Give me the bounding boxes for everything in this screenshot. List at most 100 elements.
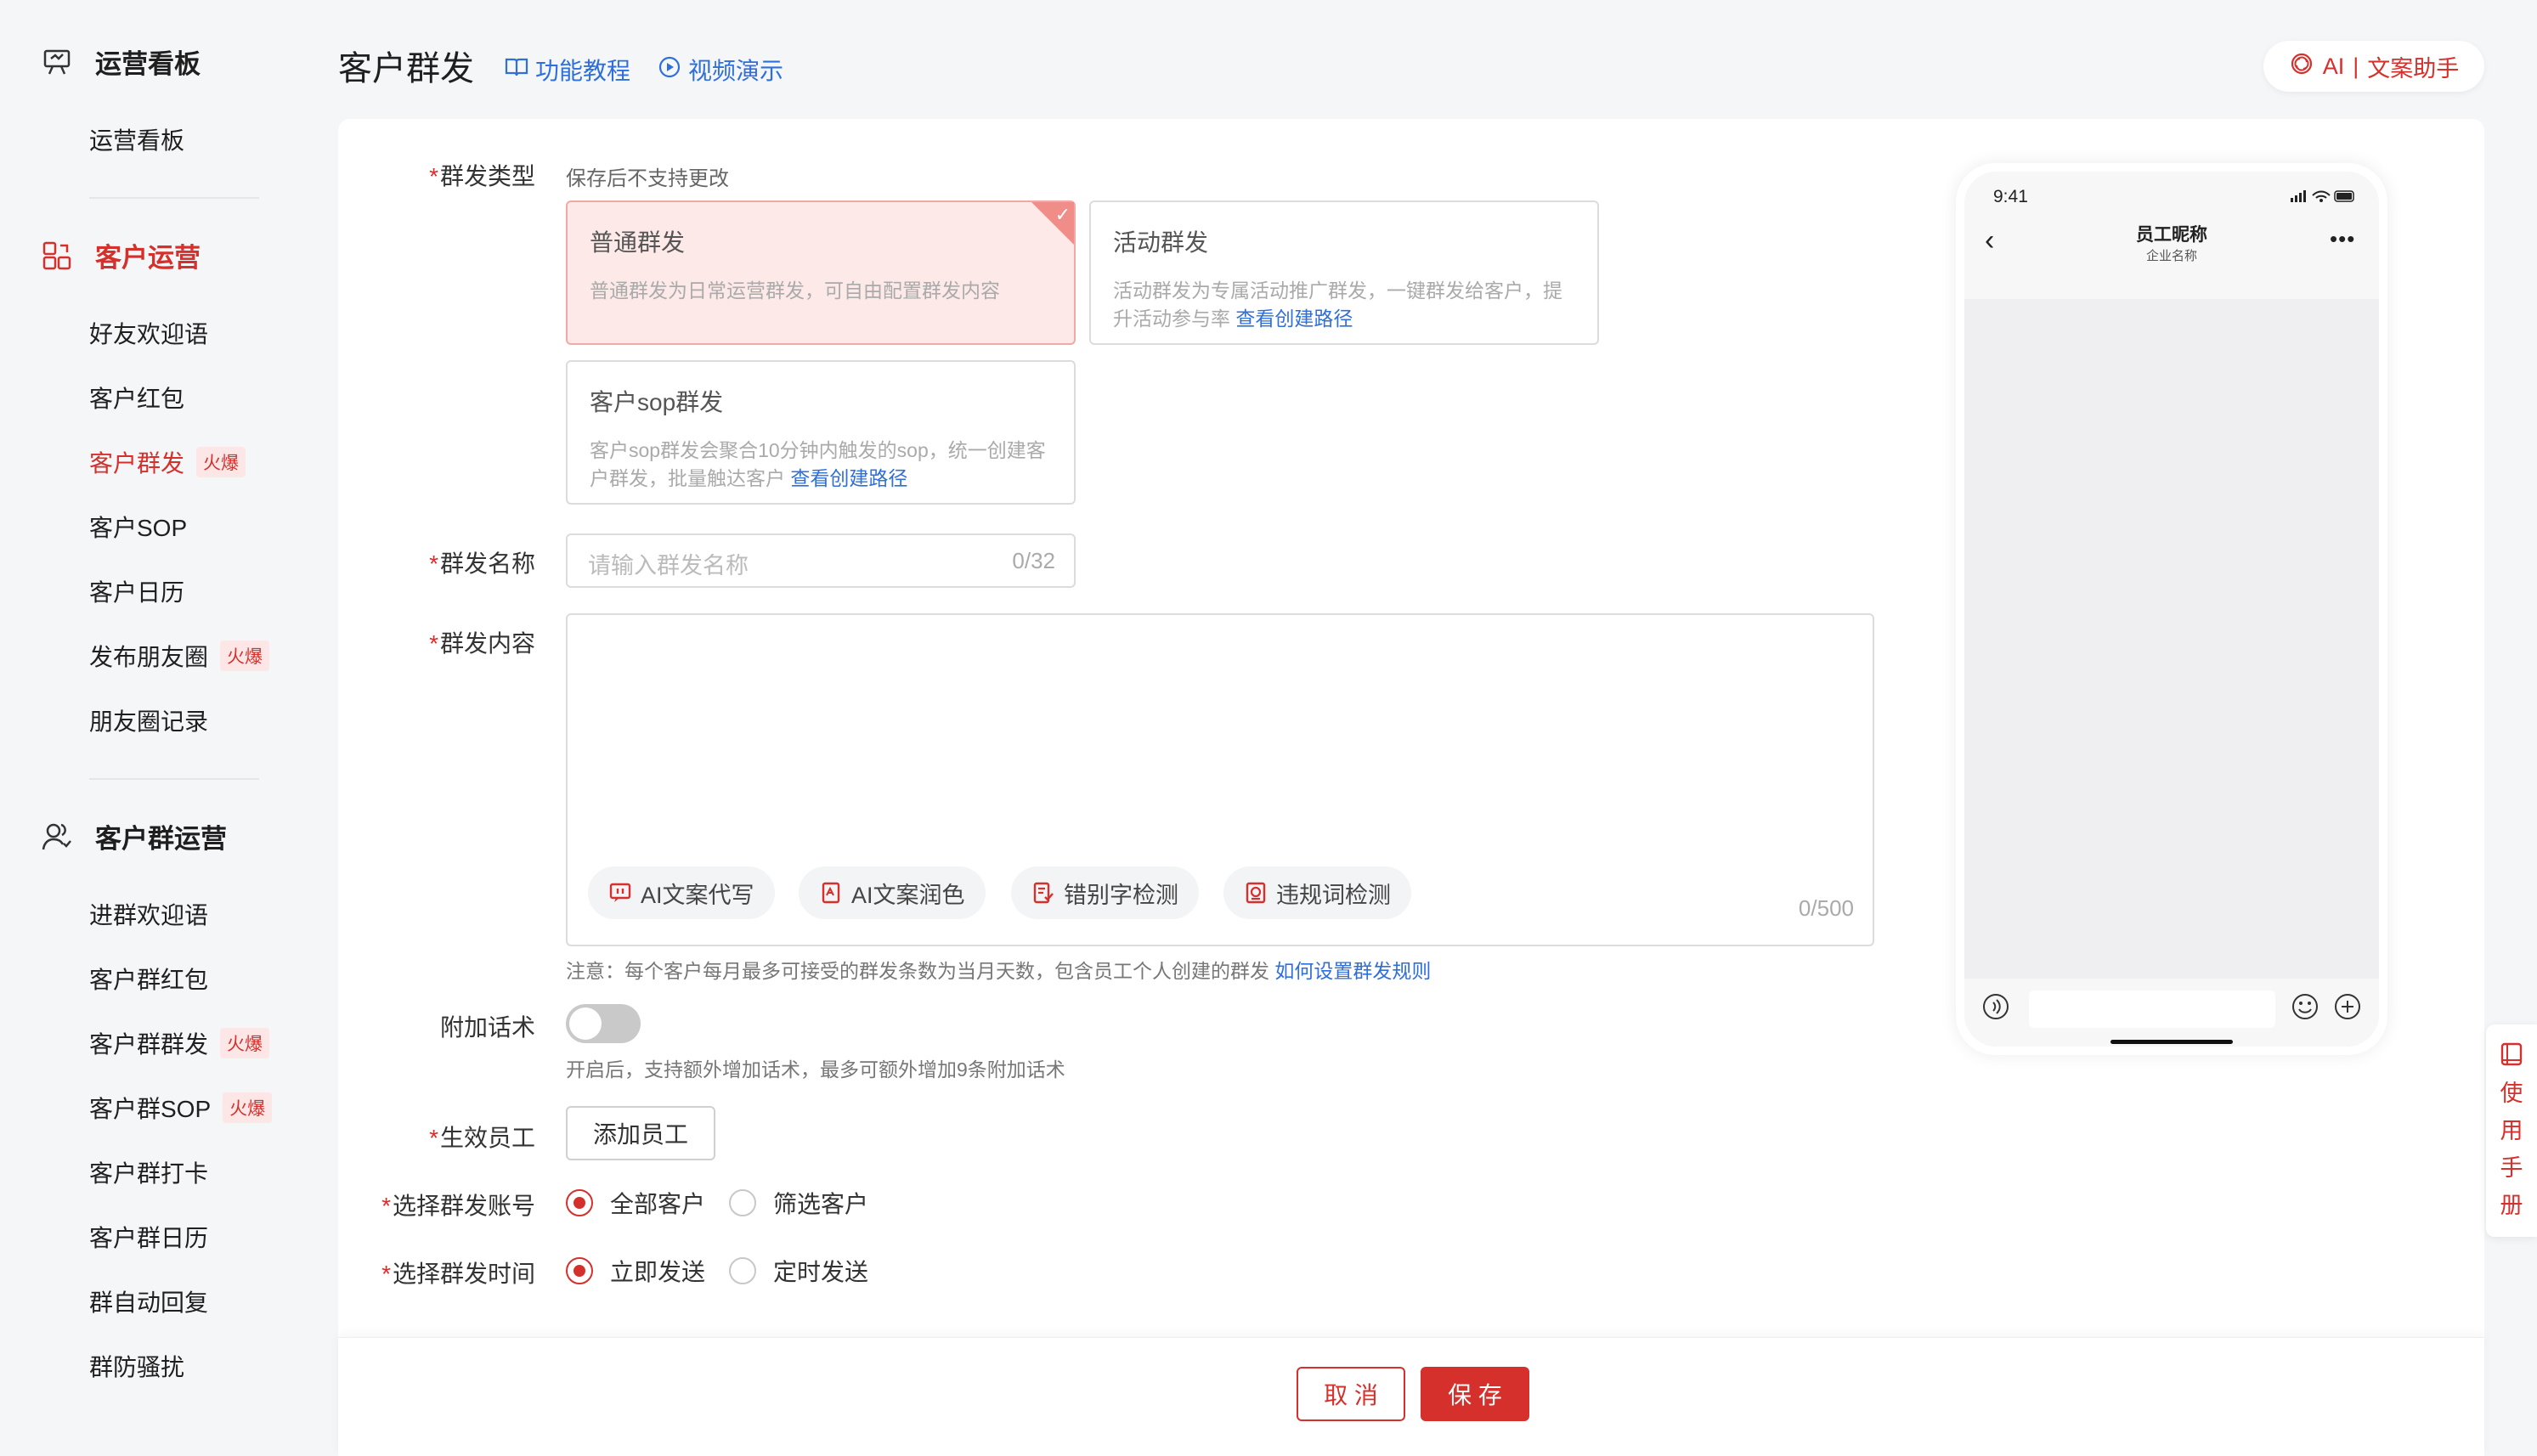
radio-dot bbox=[566, 1189, 593, 1216]
video-link[interactable]: 视频演示 bbox=[658, 53, 783, 87]
content-note: 注意：每个客户每月最多可接受的群发条数为当月天数，包含员工个人创建的群发 如何设… bbox=[566, 960, 1432, 982]
hot-badge: 火爆 bbox=[196, 447, 246, 477]
voice-icon[interactable] bbox=[1981, 992, 2010, 1025]
sidebar-item-group-mass-send[interactable]: 客户群群发 火爆 bbox=[89, 1026, 270, 1060]
typo-check-icon bbox=[1031, 881, 1055, 905]
content-counter: 0/500 bbox=[1798, 895, 1854, 921]
staff-label: *生效员工 bbox=[429, 1125, 535, 1151]
tool-label: AI文案润色 bbox=[851, 882, 965, 908]
manual-book-icon bbox=[2499, 1041, 2524, 1075]
sidebar-item-label: 客户群发 bbox=[89, 450, 185, 477]
sidebar-item-label: 朋友圈记录 bbox=[89, 708, 209, 735]
sidebar-item-label: 客户群红包 bbox=[89, 967, 209, 993]
type-option-activity[interactable]: 活动群发 活动群发为专属活动推广群发，一键群发给客户，提升活动参与率 查看创建路… bbox=[1089, 200, 1599, 345]
cancel-button[interactable]: 取 消 bbox=[1297, 1367, 1405, 1421]
sidebar-item-welcome[interactable]: 好友欢迎语 bbox=[89, 316, 208, 350]
phone-screen: 9:41 ‹ 员工昵称 企业名称 ••• bbox=[1964, 172, 2379, 1047]
signal-icon bbox=[2291, 189, 2359, 208]
account-filter-radio[interactable]: 筛选客户 bbox=[729, 1186, 868, 1220]
extra-hint: 开启后，支持额外增加话术，最多可额外增加9条附加话术 bbox=[566, 1058, 1065, 1081]
sidebar-item-moments-record[interactable]: 朋友圈记录 bbox=[89, 703, 208, 737]
account-all-radio[interactable]: 全部客户 bbox=[566, 1186, 705, 1220]
ai-swirl-icon bbox=[2289, 51, 2314, 82]
customer-ops-icon bbox=[41, 240, 73, 272]
typo-check-button[interactable]: 错别字检测 bbox=[1011, 866, 1199, 919]
time-scheduled-radio[interactable]: 定时发送 bbox=[729, 1254, 868, 1288]
sidebar-item-group-auto-reply[interactable]: 群自动回复 bbox=[89, 1284, 208, 1318]
extra-toggle[interactable] bbox=[566, 1004, 641, 1043]
sidebar-item-label: 客户SOP bbox=[89, 515, 188, 541]
sidebar-item-group-sop[interactable]: 客户群SOP 火爆 bbox=[89, 1091, 273, 1125]
type-option-normal[interactable]: ✓ 普通群发 普通群发为日常运营群发，可自由配置群发内容 bbox=[566, 200, 1076, 345]
type-option-desc: 活动群发为专属活动推广群发，一键群发给客户，提升活动参与率 查看创建路径 bbox=[1113, 279, 1562, 330]
sidebar-item-label: 客户群日历 bbox=[89, 1225, 209, 1251]
view-path-link[interactable]: 查看创建路径 bbox=[790, 467, 907, 489]
violation-check-button[interactable]: 违规词检测 bbox=[1223, 866, 1411, 919]
tutorial-link-label: 功能教程 bbox=[535, 58, 631, 84]
sidebar-section-customer-ops[interactable]: 客户运营 bbox=[41, 236, 201, 274]
home-indicator bbox=[2110, 1040, 2233, 1044]
phone-time: 9:41 bbox=[1993, 187, 2028, 206]
save-button[interactable]: 保 存 bbox=[1421, 1367, 1529, 1421]
sidebar-item-sop[interactable]: 客户SOP bbox=[89, 510, 187, 544]
emoji-icon[interactable] bbox=[2291, 992, 2319, 1025]
ai-write-button[interactable]: AI文案代写 bbox=[588, 866, 775, 919]
sidebar-item-group-welcome[interactable]: 进群欢迎语 bbox=[89, 897, 208, 931]
sidebar-item-calendar[interactable]: 客户日历 bbox=[89, 574, 184, 608]
sidebar-item-moments[interactable]: 发布朋友圈 火爆 bbox=[89, 639, 270, 673]
sidebar-item-mass-send[interactable]: 客户群发 火爆 bbox=[89, 445, 246, 479]
page-title: 客户群发 bbox=[338, 50, 474, 87]
tool-label: 违规词检测 bbox=[1276, 882, 1391, 908]
add-staff-button[interactable]: 添加员工 bbox=[566, 1106, 715, 1160]
sidebar-section-title: 运营看板 bbox=[95, 49, 201, 79]
sidebar-section-title: 客户群运营 bbox=[95, 824, 227, 854]
sidebar-item-label: 群自动回复 bbox=[89, 1290, 209, 1316]
user-manual-float[interactable]: 使 用 手 册 bbox=[2486, 1024, 2537, 1237]
sidebar-item-label: 运营看板 bbox=[89, 127, 185, 154]
phone-company-name: 企业名称 bbox=[2145, 249, 2197, 263]
name-label: *群发名称 bbox=[429, 550, 535, 577]
type-option-sop[interactable]: 客户sop群发 客户sop群发会聚合10分钟内触发的sop，统一创建客户群发，批… bbox=[566, 360, 1076, 505]
sidebar-section-dashboard[interactable]: 运营看板 bbox=[41, 42, 201, 81]
rules-link[interactable]: 如何设置群发规则 bbox=[1274, 960, 1431, 982]
phone-input-bar bbox=[1964, 979, 2379, 1047]
sidebar-item-label: 客户群打卡 bbox=[89, 1160, 209, 1187]
sidebar-item-group-checkin[interactable]: 客户群打卡 bbox=[89, 1155, 208, 1189]
name-input[interactable]: 请输入群发名称 0/32 bbox=[566, 533, 1076, 588]
extra-label: 附加话术 bbox=[439, 1014, 535, 1041]
tutorial-link[interactable]: 功能教程 bbox=[505, 53, 630, 87]
manual-char: 使 bbox=[2500, 1081, 2523, 1106]
sidebar-divider bbox=[89, 197, 259, 199]
sidebar-item-group-calendar[interactable]: 客户群日历 bbox=[89, 1220, 208, 1254]
type-option-desc: 普通群发为日常运营群发，可自由配置群发内容 bbox=[590, 279, 1000, 302]
sidebar-section-title: 客户运营 bbox=[95, 243, 201, 273]
more-icon[interactable]: ••• bbox=[2330, 226, 2355, 252]
violation-check-icon bbox=[1244, 881, 1268, 905]
type-option-desc: 客户sop群发会聚合10分钟内触发的sop，统一创建客户群发，批量触达客户 查看… bbox=[590, 439, 1046, 489]
sidebar-item-label: 进群欢迎语 bbox=[89, 902, 209, 928]
radio-label: 筛选客户 bbox=[773, 1191, 869, 1217]
phone-contact-name: 员工昵称 bbox=[2136, 225, 2207, 245]
phone-message-input[interactable] bbox=[2029, 990, 2275, 1028]
view-path-link[interactable]: 查看创建路径 bbox=[1235, 308, 1353, 330]
sidebar-item-label: 群防骚扰 bbox=[89, 1354, 185, 1380]
sidebar-section-group-ops[interactable]: 客户群运营 bbox=[41, 817, 227, 855]
hot-badge: 火爆 bbox=[220, 1028, 270, 1058]
type-option-title: 普通群发 bbox=[590, 229, 686, 256]
sidebar-item-label: 发布朋友圈 bbox=[89, 644, 209, 670]
sidebar-item-group-red-packet[interactable]: 客户群红包 bbox=[89, 962, 208, 996]
toggle-knob bbox=[569, 1007, 602, 1040]
ai-copywriting-assistant-button[interactable]: AI | 文案助手 bbox=[2263, 41, 2484, 92]
radio-label: 立即发送 bbox=[610, 1259, 706, 1285]
video-link-label: 视频演示 bbox=[688, 58, 784, 84]
time-now-radio[interactable]: 立即发送 bbox=[566, 1254, 705, 1288]
ai-polish-button[interactable]: AI文案润色 bbox=[799, 866, 986, 919]
radio-dot bbox=[729, 1257, 756, 1284]
sidebar-item-red-packet[interactable]: 客户红包 bbox=[89, 381, 184, 415]
plus-icon[interactable] bbox=[2333, 992, 2362, 1025]
type-label: *群发类型 bbox=[429, 163, 535, 189]
sidebar-item-group-anti-harass[interactable]: 群防骚扰 bbox=[89, 1349, 184, 1383]
sidebar-item-dashboard[interactable]: 运营看板 bbox=[89, 122, 184, 156]
sidebar-item-label: 客户红包 bbox=[89, 386, 185, 412]
manual-char: 手 bbox=[2500, 1155, 2523, 1181]
